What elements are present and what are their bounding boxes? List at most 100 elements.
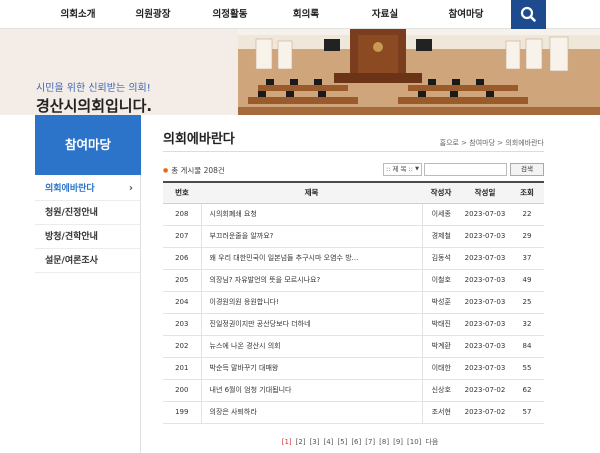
post-views: 22 (510, 203, 544, 226)
post-author: 경제철 (421, 225, 460, 248)
search-field-select-value: :: 제 목 :: (386, 165, 413, 173)
post-subject-link[interactable]: 이경원의원 응원합니다! (200, 291, 422, 314)
post-count-text: 총 게시물 208건 (171, 166, 225, 175)
post-date: 2023-07-02 (460, 401, 510, 424)
post-subject-link[interactable]: 시의회폐쇄 요청 (200, 203, 422, 226)
table-row[interactable]: 202 뉴스에 나온 경산시 의회 박계환 2023-07-03 84 (163, 335, 544, 358)
table-row[interactable]: 207 부끄러운줄을 알까요? 경제철 2023-07-03 29 (163, 225, 544, 248)
table-row[interactable]: 208 시의회폐쇄 요청 이세종 2023-07-03 22 (163, 203, 544, 226)
post-date: 2023-07-03 (460, 203, 510, 226)
banner-title: 경산시의회입니다. (36, 97, 153, 115)
sidebar-item-survey[interactable]: 설문/여론조사 (35, 249, 141, 273)
post-author: 신상호 (421, 379, 460, 402)
council-chamber-image (238, 29, 600, 115)
page-link[interactable]: [10] (407, 438, 421, 446)
post-author: 김동석 (421, 247, 460, 270)
post-number: 208 (163, 203, 201, 226)
search-field-select[interactable]: :: 제 목 :: ▼ (383, 163, 422, 176)
table-row[interactable]: 200 내년 6월이 엄청 기대됩니다 신상호 2023-07-02 62 (163, 379, 544, 402)
sidebar-title: 참여마당 (35, 115, 141, 175)
post-date: 2023-07-03 (460, 247, 510, 270)
table-row[interactable]: 203 진일정권이지만 공산당보다 더하네 박태진 2023-07-03 32 (163, 313, 544, 336)
col-header-date: 작성일 (460, 181, 510, 204)
post-subject-link[interactable]: 부끄러운줄을 알까요? (200, 225, 422, 248)
post-subject-link[interactable]: 박순득 말바꾸기 대매왕 (200, 357, 422, 380)
board-table: 번호 제목 작성자 작성일 조회 208 시의회폐쇄 요청 이세종 2023-07-0… (163, 181, 544, 424)
post-author: 박계환 (421, 335, 460, 358)
title-divider (163, 151, 544, 152)
nav-item-participation[interactable]: 참여마당 (432, 0, 500, 29)
post-date: 2023-07-03 (460, 269, 510, 292)
page-link[interactable]: [6] (351, 438, 361, 446)
page-link[interactable]: [7] (365, 438, 375, 446)
post-author: 이태한 (421, 357, 460, 380)
post-subject-link[interactable]: 왜 우리 대한민국이 일본넘들 추구시마 오염수 방... (200, 247, 422, 270)
post-number: 201 (163, 357, 201, 380)
post-views: 37 (510, 247, 544, 270)
page-link[interactable]: [8] (379, 438, 389, 446)
post-subject-link[interactable]: 의장은 사퇴하라 (200, 401, 422, 424)
bullet-icon: ● (163, 167, 169, 174)
breadcrumb: 홈으로 > 참여마당 > 의회에바란다 (439, 139, 544, 147)
post-subject-link[interactable]: 의장님? 자유발언의 뜻을 모르시나요? (200, 269, 422, 292)
page-link[interactable]: [3] (310, 438, 320, 446)
post-date: 2023-07-03 (460, 357, 510, 380)
table-row[interactable]: 204 이경원의원 응원합니다! 박성훈 2023-07-03 25 (163, 291, 544, 314)
post-author: 박태진 (421, 313, 460, 336)
col-header-views: 조회 (510, 181, 544, 204)
post-author: 이철호 (421, 269, 460, 292)
search-icon (520, 6, 536, 22)
post-date: 2023-07-03 (460, 291, 510, 314)
search-input[interactable] (424, 163, 507, 176)
post-count: ● 총 게시물 208건 (163, 165, 225, 176)
post-views: 29 (510, 225, 544, 248)
nav-item-minutes[interactable]: 회의록 (276, 0, 336, 29)
sidebar-item-label: 청원/진정안내 (45, 208, 98, 218)
page-link[interactable]: [5] (337, 438, 347, 446)
top-navigation: 의회소개 의원광장 의정활동 회의록 자료실 참여마당 (0, 0, 600, 29)
post-subject-link[interactable]: 진일정권이지만 공산당보다 더하네 (200, 313, 422, 336)
page-link[interactable]: [1] (282, 438, 292, 446)
page-link[interactable]: [9] (393, 438, 403, 446)
post-date: 2023-07-02 (460, 379, 510, 402)
page-title: 의회에바란다 (163, 132, 235, 147)
post-author: 조서현 (421, 401, 460, 424)
page-link[interactable]: [4] (323, 438, 333, 446)
table-row[interactable]: 206 왜 우리 대한민국이 일본넘들 추구시마 오염수 방... 김동석 2023-… (163, 247, 544, 270)
sidebar-item-label: 의회에바란다 (45, 184, 95, 194)
col-header-subject: 제목 (201, 181, 422, 204)
post-number: 205 (163, 269, 201, 292)
nav-item-council-activities[interactable]: 의정활동 (196, 0, 264, 29)
post-views: 49 (510, 269, 544, 292)
table-header-row: 번호 제목 작성자 작성일 조회 (163, 181, 544, 204)
banner-slogan: 시민을 위한 신뢰받는 의회! (36, 83, 151, 94)
sidebar-item-suggestions[interactable]: 의회에바란다 › (35, 177, 141, 201)
post-views: 32 (510, 313, 544, 336)
post-date: 2023-07-03 (460, 313, 510, 336)
post-number: 203 (163, 313, 201, 336)
pagination: [1] [2] [3] [4] [5] [6] [7] [8] [9] [10] 다음 (0, 437, 600, 447)
post-author: 박성훈 (421, 291, 460, 314)
post-subject-link[interactable]: 내년 6월이 엄청 기대됩니다 (200, 379, 422, 402)
sidebar-item-petition[interactable]: 청원/진정안내 (35, 201, 141, 225)
col-header-number: 번호 (163, 181, 201, 204)
post-number: 207 (163, 225, 201, 248)
post-subject-link[interactable]: 뉴스에 나온 경산시 의회 (200, 335, 422, 358)
nav-item-members-plaza[interactable]: 의원광장 (119, 0, 187, 29)
table-row[interactable]: 205 의장님? 자유발언의 뜻을 모르시나요? 이철호 2023-07-03 49 (163, 269, 544, 292)
nav-item-archive[interactable]: 자료실 (355, 0, 415, 29)
table-row[interactable]: 201 박순득 말바꾸기 대매왕 이태한 2023-07-03 55 (163, 357, 544, 380)
post-views: 57 (510, 401, 544, 424)
post-date: 2023-07-03 (460, 225, 510, 248)
table-row[interactable]: 199 의장은 사퇴하라 조서현 2023-07-02 57 (163, 401, 544, 424)
sidebar-item-visit[interactable]: 방청/견학안내 (35, 225, 141, 249)
search-button[interactable]: 검색 (510, 163, 544, 176)
nav-item-council-intro[interactable]: 의회소개 (44, 0, 112, 29)
next-page-link[interactable]: 다음 (425, 437, 438, 447)
nav-search-button[interactable] (511, 0, 546, 29)
post-views: 84 (510, 335, 544, 358)
post-number: 200 (163, 379, 201, 402)
page-link[interactable]: [2] (296, 438, 306, 446)
post-views: 62 (510, 379, 544, 402)
sidebar-item-label: 방청/견학안내 (45, 232, 98, 242)
